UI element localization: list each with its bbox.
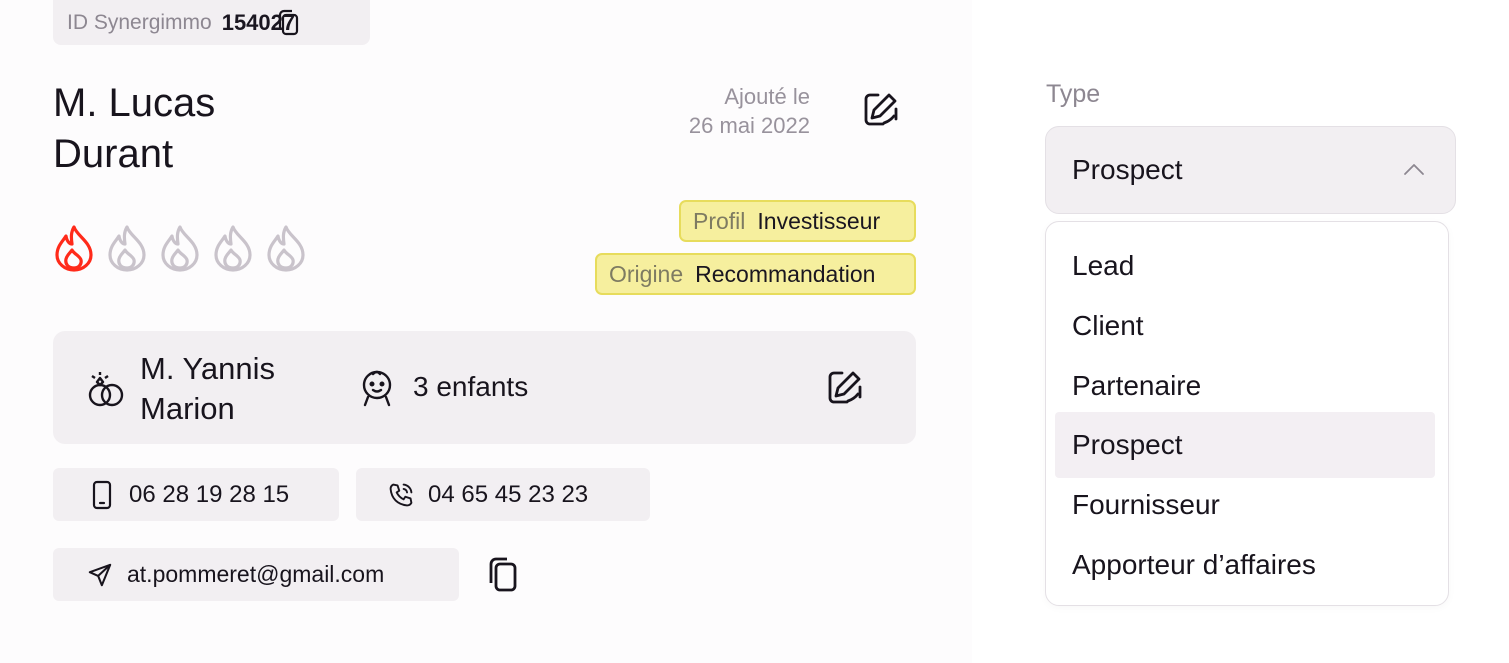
spouse-line-2: Marion <box>140 391 235 426</box>
heat-rating[interactable] <box>53 224 307 272</box>
children-count: 3 enfants <box>413 371 529 402</box>
added-value: 26 mai 2022 <box>688 113 810 138</box>
option-fournisseur[interactable]: Fournisseur <box>1055 472 1435 538</box>
origine-badge: Origine Recommandation <box>595 253 916 295</box>
mobile-number: 06 28 19 28 15 <box>129 480 290 508</box>
mobile-phone-chip[interactable]: 06 28 19 28 15 <box>53 468 339 521</box>
option-prospect[interactable]: Prospect <box>1055 412 1435 478</box>
type-selected-value: Prospect <box>1072 154 1183 185</box>
email-address: at.pommeret@gmail.com <box>127 561 385 587</box>
email-chip[interactable]: at.pommeret@gmail.com <box>53 548 459 601</box>
flame-icon[interactable] <box>265 224 307 272</box>
spouse-name: M. Yannis Marion <box>140 349 275 429</box>
added-date: Ajouté le 26 mai 2022 <box>689 82 810 140</box>
flame-icon[interactable] <box>106 224 148 272</box>
added-label: Ajouté le <box>724 84 810 109</box>
send-icon <box>88 563 112 586</box>
family-card: M. Yannis Marion 3 enfants <box>53 331 916 444</box>
flame-icon[interactable] <box>53 224 95 272</box>
name-line-1: M. Lucas <box>53 81 216 125</box>
option-apporteur-affaires[interactable]: Apporteur d’affaires <box>1055 532 1435 598</box>
option-client[interactable]: Client <box>1055 293 1435 359</box>
flame-icon[interactable] <box>159 224 201 272</box>
option-lead[interactable]: Lead <box>1055 233 1435 299</box>
contact-name: M. Lucas Durant <box>53 78 215 180</box>
profil-key: Profil <box>693 207 746 234</box>
phone-call-icon <box>389 483 413 506</box>
landline-phone-chip[interactable]: 04 65 45 23 23 <box>356 468 650 521</box>
spouse-line-1: M. Yannis <box>140 351 275 386</box>
type-select[interactable]: Prospect <box>1045 126 1456 214</box>
copy-icon[interactable] <box>276 9 302 37</box>
option-partenaire[interactable]: Partenaire <box>1055 353 1435 419</box>
profil-value: Investisseur <box>757 207 881 234</box>
edit-icon[interactable] <box>825 367 865 407</box>
id-label: ID Synergimmo <box>67 10 212 34</box>
mobile-phone-icon <box>92 480 112 509</box>
edit-icon[interactable] <box>861 89 901 129</box>
origine-value: Recommandation <box>695 260 876 287</box>
landline-number: 04 65 45 23 23 <box>428 480 589 508</box>
chevron-up-icon <box>1404 164 1424 175</box>
type-dropdown-menu: Lead Client Partenaire Prospect Fourniss… <box>1045 221 1449 606</box>
name-line-2: Durant <box>53 132 174 176</box>
origine-key: Origine <box>609 260 684 287</box>
type-label: Type <box>1046 80 1101 108</box>
flame-icon[interactable] <box>212 224 254 272</box>
profil-badge: Profil Investisseur <box>679 200 916 242</box>
baby-icon <box>362 370 392 407</box>
copy-icon[interactable] <box>486 556 520 594</box>
rings-icon <box>88 372 124 407</box>
id-chip: ID Synergimmo 154027 <box>53 0 370 45</box>
